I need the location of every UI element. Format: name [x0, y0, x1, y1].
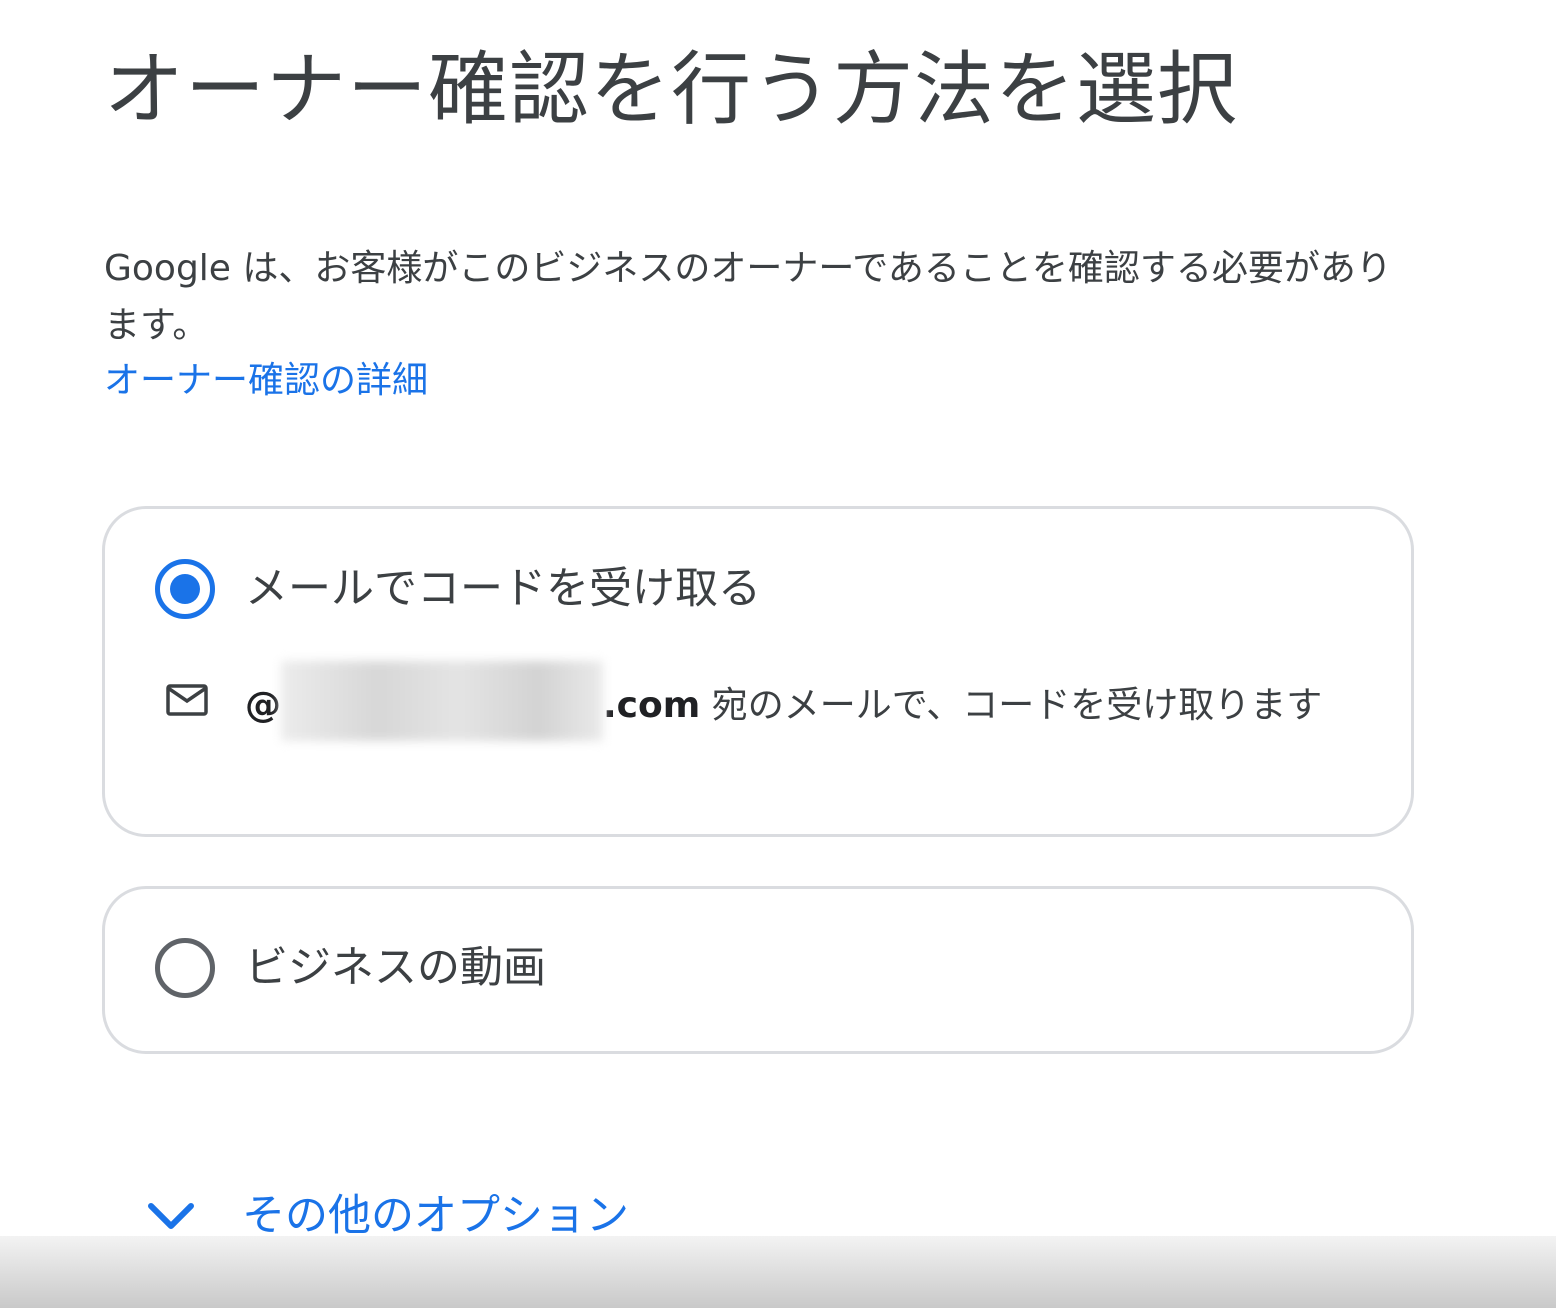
email-address-prefix: @ [245, 685, 281, 726]
mail-icon [166, 684, 208, 716]
option-business-video[interactable]: ビジネスの動画 [102, 886, 1414, 1054]
verification-details-link[interactable]: オーナー確認の詳細 [104, 352, 428, 409]
verification-method-page: オーナー確認を行う方法を選択 Google は、お客様がこのビジネスのオーナーで… [0, 0, 1556, 1308]
option-email-code[interactable]: メールでコードを受け取る @ .com 宛のメールで、コードを受け取ります [102, 506, 1414, 837]
redacted-email-user [281, 661, 603, 741]
radio-video-unselected[interactable] [155, 938, 215, 998]
bottom-shade [0, 1236, 1556, 1308]
page-description: Google は、お客様がこのビジネスのオーナーであることを確認する必要がありま… [104, 248, 1392, 346]
page-title: オーナー確認を行う方法を選択 [104, 43, 1238, 136]
email-detail-description: 宛のメールで、コードを受け取ります [700, 685, 1323, 726]
email-address-suffix: .com [603, 685, 701, 726]
radio-email-selected[interactable] [155, 559, 215, 619]
email-detail-text: @ .com 宛のメールで、コードを受け取ります [245, 661, 1365, 741]
option-video-label: ビジネスの動画 [245, 943, 546, 993]
chevron-down-icon [148, 1203, 194, 1229]
option-email-label: メールでコードを受け取る [245, 564, 761, 614]
